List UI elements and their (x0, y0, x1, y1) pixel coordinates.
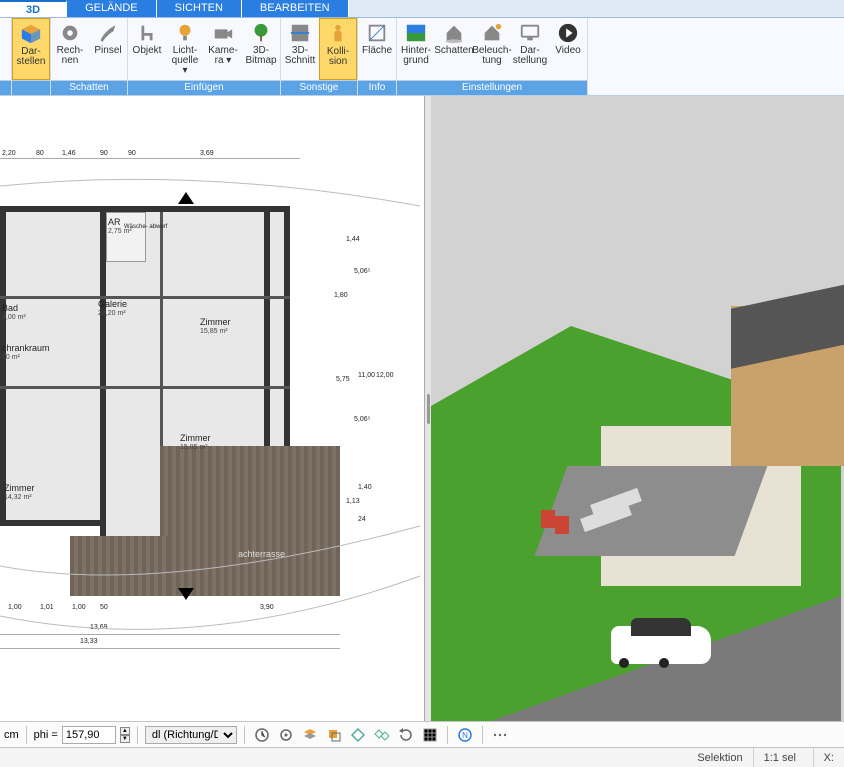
video-button[interactable]: Video (549, 18, 587, 80)
cube-icon (20, 23, 42, 45)
monitor-icon (519, 22, 541, 44)
bulb-icon (174, 22, 196, 44)
dim: 1,46 (62, 150, 76, 157)
clock-icon[interactable] (252, 725, 272, 745)
dl-select[interactable]: dl (Richtung/Di (145, 726, 237, 744)
camera-icon (212, 22, 234, 44)
hintergrund-button[interactable]: Hinter- grund (397, 18, 435, 80)
lichtquelle-button[interactable]: Licht- quelle ▾ (166, 18, 204, 80)
schatten-button[interactable]: Schatten (435, 18, 473, 80)
phi-stepper[interactable]: ▲▼ (120, 727, 130, 743)
dim: 3,69 (200, 150, 214, 157)
dim: 2,20 (2, 150, 16, 157)
ribbon-group-darstellen: Dar- stellen (12, 18, 51, 95)
phi-input[interactable] (62, 726, 116, 744)
status-selection: Selektion (687, 748, 753, 767)
3d-bitmap-button[interactable]: 3D- Bitmap (242, 18, 280, 80)
ribbon-group-info: Fläche Info (358, 18, 397, 95)
house-light-icon (481, 22, 503, 44)
ribbon-group-sonstige: 3D- Schnitt Kolli- sion Sonstige (281, 18, 358, 95)
area-icon (366, 22, 388, 44)
gear-icon (59, 22, 81, 44)
person-icon (327, 23, 349, 45)
objekt-button[interactable]: Objekt (128, 18, 166, 80)
ribbon: Dar- stellen Rech- nen Pinsel Schatten O… (0, 18, 844, 96)
play-icon (557, 22, 579, 44)
pinsel-button[interactable]: Pinsel (89, 18, 127, 80)
status-x: X: (814, 748, 844, 767)
kollision-button[interactable]: Kolli- sion (319, 18, 357, 80)
unit-label: cm (4, 729, 19, 741)
bottom-toolstrip: cm phi = ▲▼ dl (Richtung/Di N (0, 721, 844, 747)
menu-icon[interactable] (490, 725, 510, 745)
tab-3d[interactable]: 3D (0, 0, 67, 17)
diamond-icon[interactable] (348, 725, 368, 745)
flaeche-button[interactable]: Fläche (358, 18, 396, 80)
grid-icon[interactable] (420, 725, 440, 745)
house-shadow-icon (443, 22, 465, 44)
nav-icon[interactable]: N (455, 725, 475, 745)
tab-sichten[interactable]: SICHTEN (157, 0, 242, 17)
ribbon-group-schatten: Rech- nen Pinsel Schatten (51, 18, 128, 95)
phi-label: phi = (34, 729, 58, 741)
target-icon[interactable] (276, 725, 296, 745)
copy-icon[interactable] (324, 725, 344, 745)
rechnen-button[interactable]: Rech- nen (51, 18, 89, 80)
status-bar: Selektion 1:1 sel X: (0, 747, 844, 767)
horizon-icon (405, 22, 427, 44)
ribbon-group-einfuegen: Objekt Licht- quelle ▾ Kame- ra ▾ 3D- Bi… (128, 18, 281, 95)
chair-icon (136, 22, 158, 44)
ribbon-group-einstellungen: Hinter- grund Schatten Beleuch- tung Dar… (397, 18, 588, 95)
tree-icon (250, 22, 272, 44)
3d-view[interactable] (431, 96, 844, 721)
diamonds-icon[interactable] (372, 725, 392, 745)
layers-icon[interactable] (300, 725, 320, 745)
darstellung-button[interactable]: Dar- stellung (511, 18, 549, 80)
dim: 90 (100, 150, 108, 157)
floorplan-view[interactable]: 2,20 80 1,46 90 90 3,69 Bad8,00 m (0, 96, 425, 721)
ribbon-stub (0, 18, 12, 95)
svg-text:N: N (462, 731, 468, 740)
work-area: 2,20 80 1,46 90 90 3,69 Bad8,00 m (0, 96, 844, 721)
brush-icon (97, 22, 119, 44)
dim: 90 (128, 150, 136, 157)
status-scale: 1:1 sel (754, 748, 814, 767)
kamera-button[interactable]: Kame- ra ▾ (204, 18, 242, 80)
dim: 80 (36, 150, 44, 157)
section-icon (289, 22, 311, 44)
main-tabs: 3D GELÄNDE SICHTEN BEARBEITEN (0, 0, 844, 18)
tab-bearbeiten[interactable]: BEARBEITEN (242, 0, 349, 17)
tab-gelaende[interactable]: GELÄNDE (67, 0, 157, 17)
rotate-icon[interactable] (396, 725, 416, 745)
beleuchtung-button[interactable]: Beleuch- tung (473, 18, 511, 80)
darstellen-button[interactable]: Dar- stellen (12, 18, 50, 80)
3d-schnitt-button[interactable]: 3D- Schnitt (281, 18, 319, 80)
